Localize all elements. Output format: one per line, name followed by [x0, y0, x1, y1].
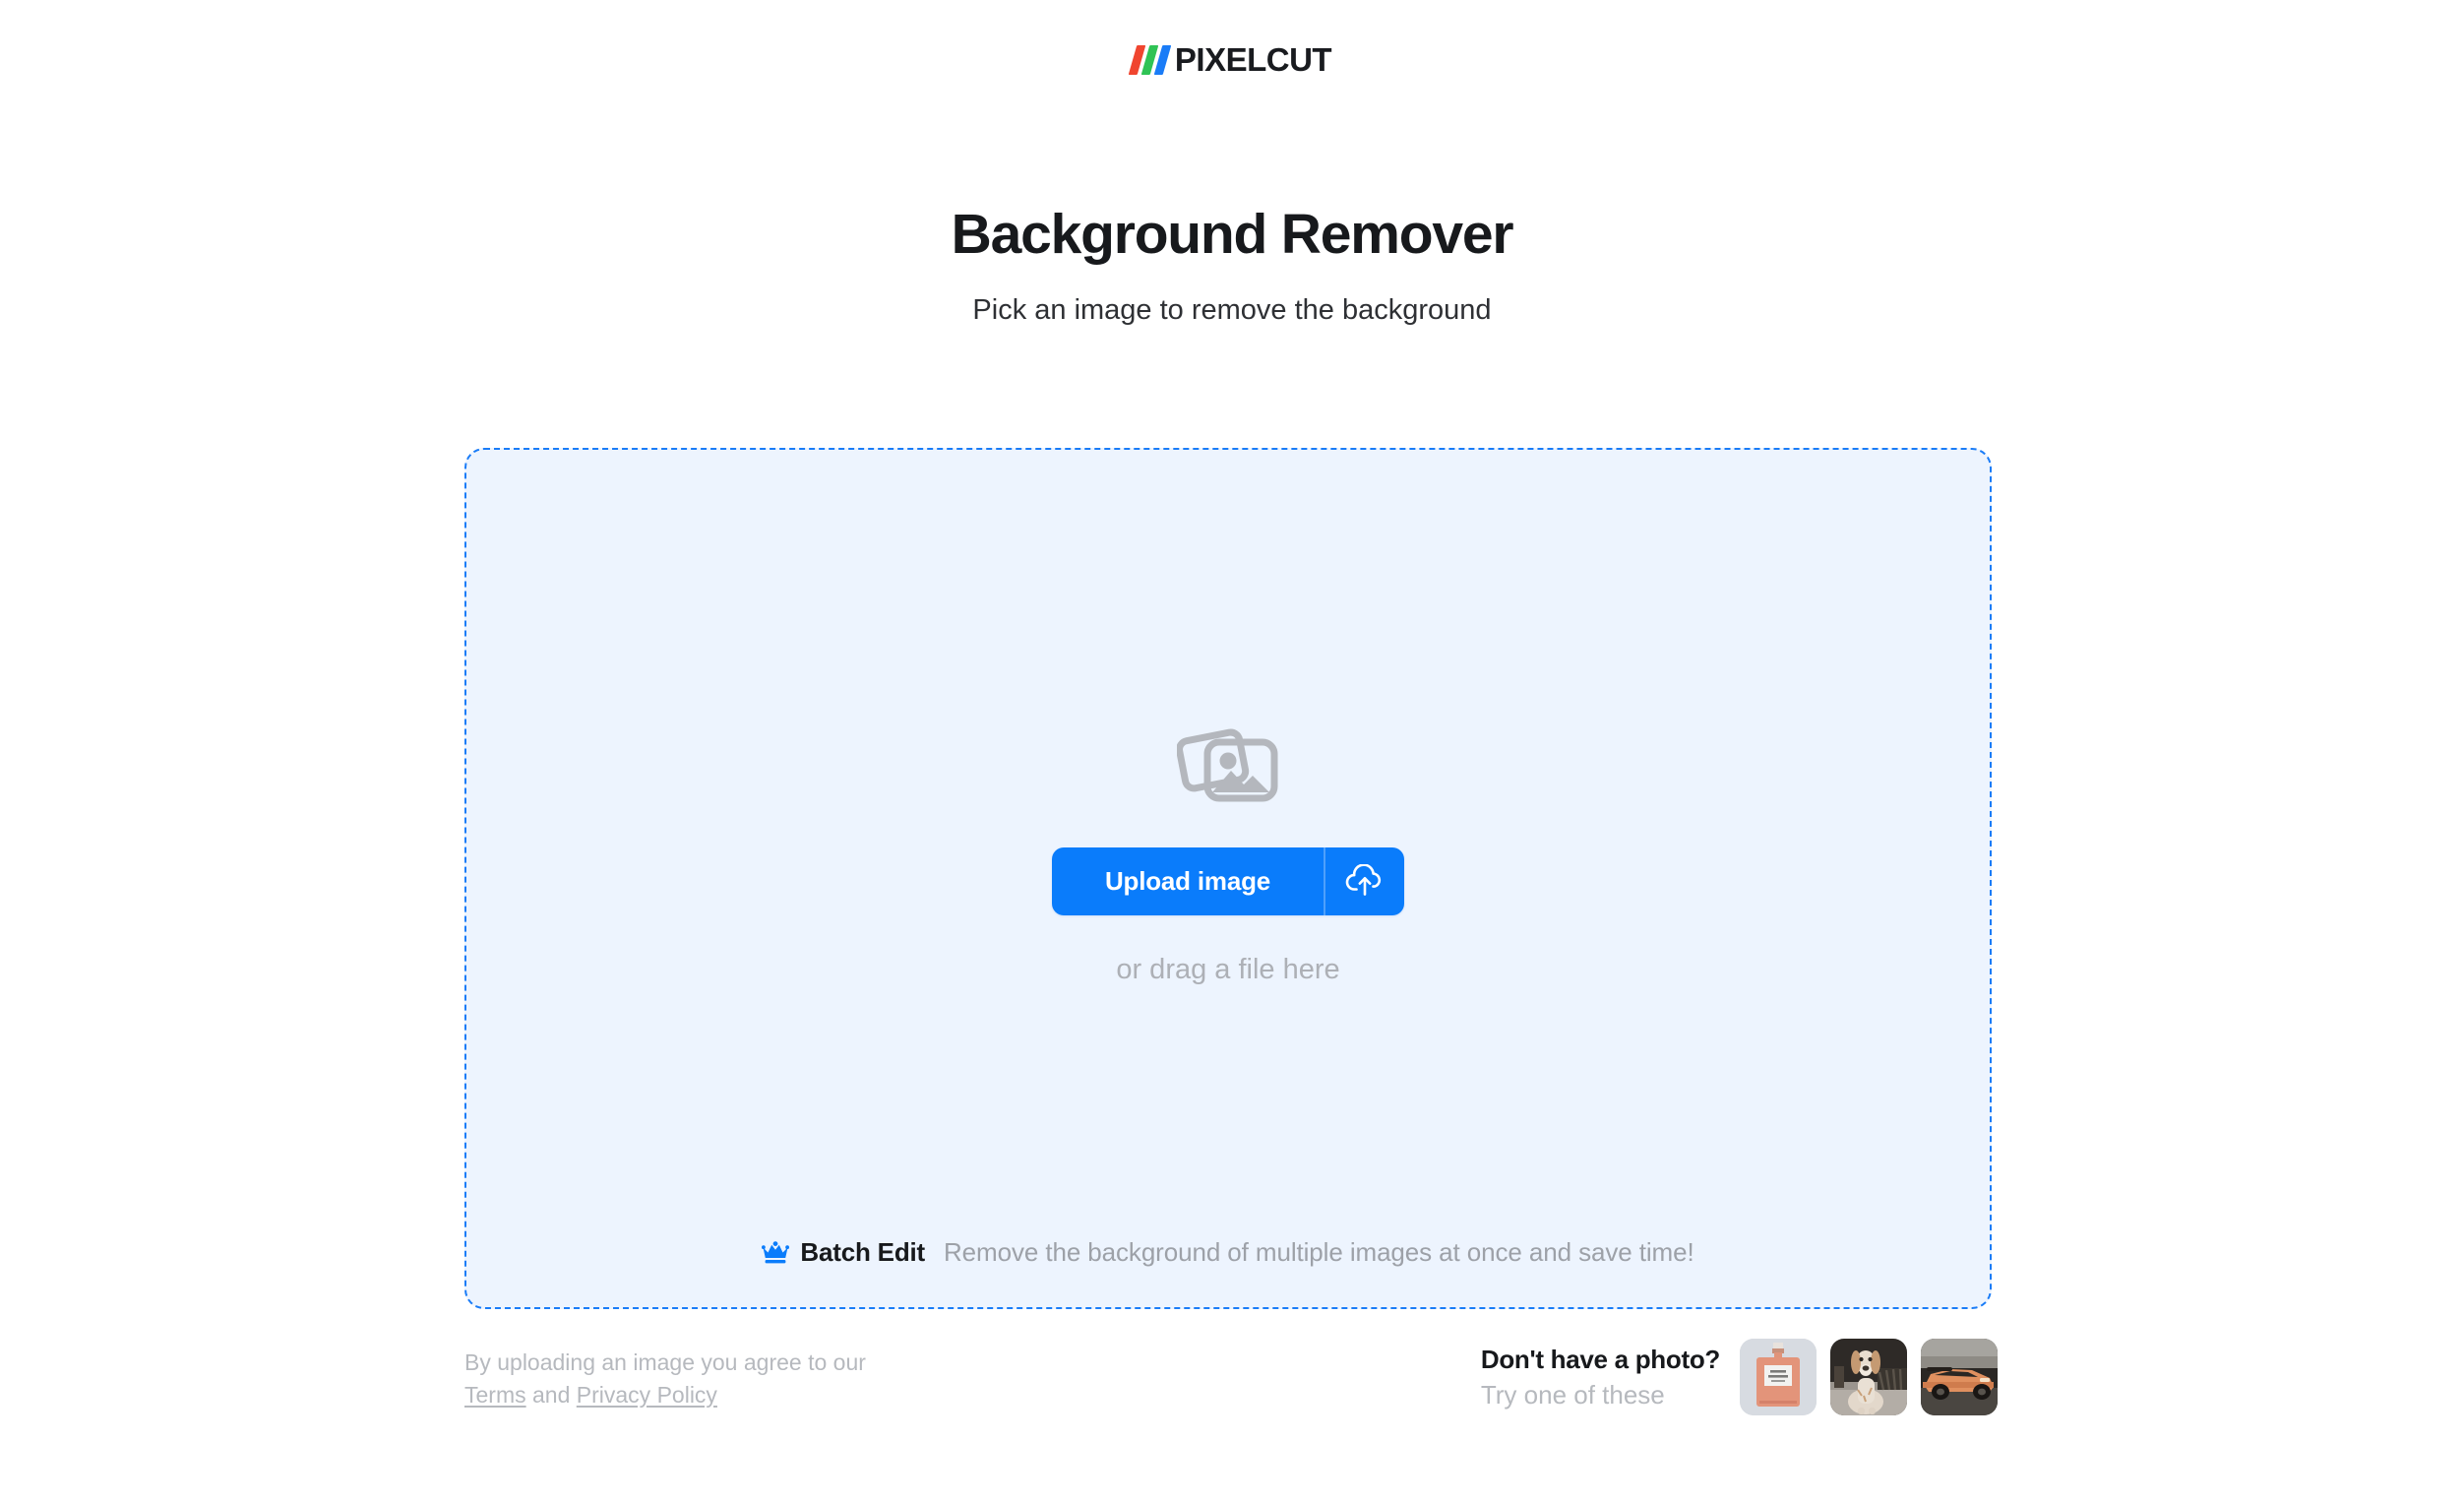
sample-images-section: Don't have a photo? Try one of these	[1481, 1339, 1998, 1415]
batch-edit-description: Remove the background of multiple images…	[944, 1237, 1694, 1267]
terms-link[interactable]: Terms	[464, 1382, 526, 1408]
logo-wordmark: PIXELCUT	[1174, 41, 1332, 78]
batch-edit-row[interactable]: Batch Edit Remove the background of mult…	[466, 1237, 1990, 1268]
dropzone-content: Upload image or drag a file here	[466, 450, 1990, 1307]
legal-conjunction: and	[532, 1381, 571, 1408]
legal-prefix: By uploading an image you agree to our	[464, 1349, 866, 1375]
page-title: Background Remover	[951, 203, 1514, 266]
sample-images-title: Don't have a photo?	[1480, 1345, 1720, 1374]
dog-thumbnail[interactable]	[1830, 1339, 1907, 1415]
image-dropzone[interactable]: Upload image or drag a file here Batch E…	[464, 448, 1992, 1309]
sample-images-subtitle: Try one of these	[1480, 1379, 1665, 1410]
site-logo[interactable]: PIXELCUT	[0, 43, 2464, 76]
heading-block: Background Remover Pick an image to remo…	[0, 202, 2464, 330]
background-remover-page: PIXELCUT Background Remover Pick an imag…	[0, 0, 2464, 1504]
perfume-bottle-thumbnail[interactable]	[1740, 1339, 1817, 1415]
privacy-policy-link[interactable]: Privacy Policy	[577, 1382, 717, 1408]
drag-file-hint: or drag a file here	[1116, 953, 1340, 985]
images-stack-icon	[1177, 728, 1278, 802]
batch-edit-label: Batch Edit	[800, 1237, 925, 1267]
legal-disclaimer: By uploading an image you agree to our T…	[464, 1347, 1173, 1410]
three-slash-bars-icon	[1128, 44, 1172, 75]
upload-button-group[interactable]: Upload image	[1051, 846, 1405, 915]
sports-car-thumbnail[interactable]	[1921, 1339, 1998, 1415]
sample-thumbnails	[1740, 1339, 1998, 1415]
cloud-upload-icon[interactable]	[1325, 847, 1404, 915]
upload-image-button[interactable]: Upload image	[1052, 847, 1324, 915]
page-subtitle: Pick an image to remove the background	[972, 294, 1492, 327]
crown-icon	[762, 1240, 790, 1263]
sample-images-text: Don't have a photo? Try one of these	[1481, 1344, 1720, 1410]
